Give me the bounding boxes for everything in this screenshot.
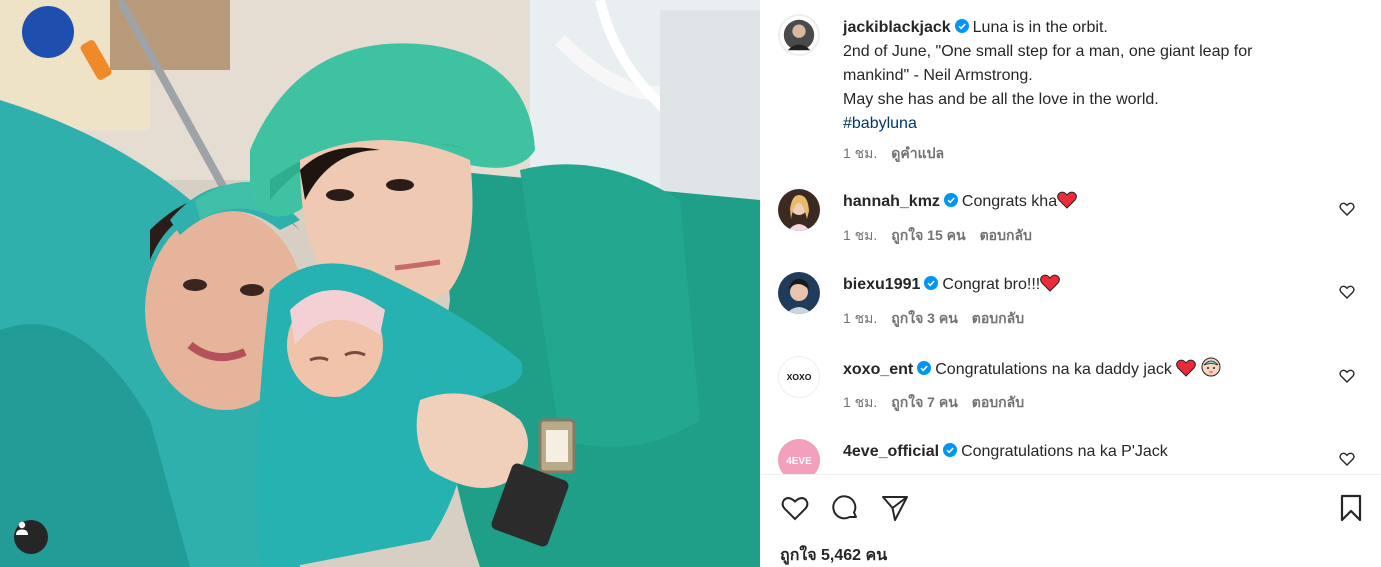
tagged-users-button[interactable] [14,520,48,554]
comment-meta: 1 ชม. ถูกใจ 7 คน ตอบกลับ [843,392,1038,414]
post-actions: ถูกใจ 5,462 คน [760,475,1381,567]
verified-icon [943,443,958,457]
caption-text-line: mankind" - Neil Armstrong. [843,67,1033,84]
reply-button[interactable]: ตอบกลับ [980,227,1032,243]
red-heart-icon [1057,191,1077,209]
avatar[interactable]: XOXO [778,356,820,398]
like-heart-icon[interactable] [780,493,810,523]
comment-likes[interactable]: ถูกใจ 15 คน [891,227,965,243]
comments-list[interactable]: jackiblackjack Luna is in the orbit. 2nd … [760,0,1381,474]
comment-username[interactable]: 4eve_official [843,443,939,460]
4eve-logo: 4EVE [778,439,820,474]
comment-username[interactable]: xoxo_ent [843,361,913,378]
caption-text-line: Luna is in the orbit. [972,19,1108,36]
like-comment-heart-icon[interactable] [1339,368,1355,384]
comment-meta: 1 ชม. ถูกใจ 3 คน ตอบกลับ [843,308,1038,330]
avatar[interactable] [778,189,820,231]
like-comment-heart-icon[interactable] [1339,201,1355,217]
comment-item: biexu1991 Congrat bro!!! 1 ชม. ถูกใจ 3 คน ต… [778,272,1368,332]
user-icon [16,521,28,535]
comment-item: 4EVE 4eve_official Congratulations na ka … [778,439,1368,474]
caption-username[interactable]: jackiblackjack [843,19,951,36]
verified-icon [943,193,958,207]
verified-icon [954,19,969,33]
likes-count[interactable]: ถูกใจ 5,462 คน [780,543,887,567]
share-icon[interactable] [880,493,910,523]
comment-time[interactable]: 1 ชม. [843,227,877,243]
comment-username[interactable]: biexu1991 [843,276,920,293]
reply-button[interactable]: ตอบกลับ [972,310,1024,326]
verified-icon [917,361,932,375]
comment-likes[interactable]: ถูกใจ 7 คน [891,394,958,410]
red-heart-icon [1176,359,1197,377]
svg-text:XOXO: XOXO [787,372,812,382]
comment-username[interactable]: hannah_kmz [843,193,940,210]
comment-meta: 1 ชม. ถูกใจ 15 คน ตอบกลับ [843,225,1046,247]
see-translation-link[interactable]: ดูคำแปล [891,145,944,161]
xoxo-logo: XOXO [779,357,819,397]
avatar[interactable] [778,272,820,314]
red-heart-icon [1040,274,1061,292]
caption-meta: 1 ชม. ดูคำแปล [843,143,958,165]
like-comment-heart-icon[interactable] [1339,451,1355,467]
comment-likes[interactable]: ถูกใจ 3 คน [891,310,958,326]
post-photo[interactable] [0,0,760,567]
like-comment-heart-icon[interactable] [1339,284,1355,300]
comment-item: hannah_kmz Congrats kha 1 ชม. ถูกใจ 15 คน ต… [778,189,1368,249]
comment-text: Congrats kha [961,193,1058,210]
avatar[interactable] [778,14,820,56]
comment-item: XOXO xoxo_ent Congratulations na ka daddy… [778,356,1368,416]
post-panel: jackiblackjack Luna is in the orbit. 2nd … [760,0,1381,567]
hashtag-link[interactable]: #babyluna [843,115,917,132]
svg-text:4EVE: 4EVE [786,456,812,467]
post-image [0,0,760,567]
avatar[interactable]: 4EVE [778,439,820,474]
reply-button[interactable]: ตอบกลับ [972,394,1024,410]
comment-text: Congratulations na ka P'Jack [961,443,1168,460]
comment-text: Congrat bro!!! [942,276,1041,293]
baby-face-icon [1201,357,1221,377]
bookmark-icon[interactable] [1336,493,1366,523]
verified-icon [924,276,939,290]
caption-text-line: 2nd of June, "One small step for a man, … [843,43,1253,60]
caption-time[interactable]: 1 ชม. [843,145,877,161]
comment-time[interactable]: 1 ชม. [843,310,877,326]
comment-time[interactable]: 1 ชม. [843,394,877,410]
comment-icon[interactable] [830,493,860,523]
caption-text-line: May she has and be all the love in the w… [843,91,1159,108]
comment-text: Congratulations na ka daddy jack [935,361,1172,378]
